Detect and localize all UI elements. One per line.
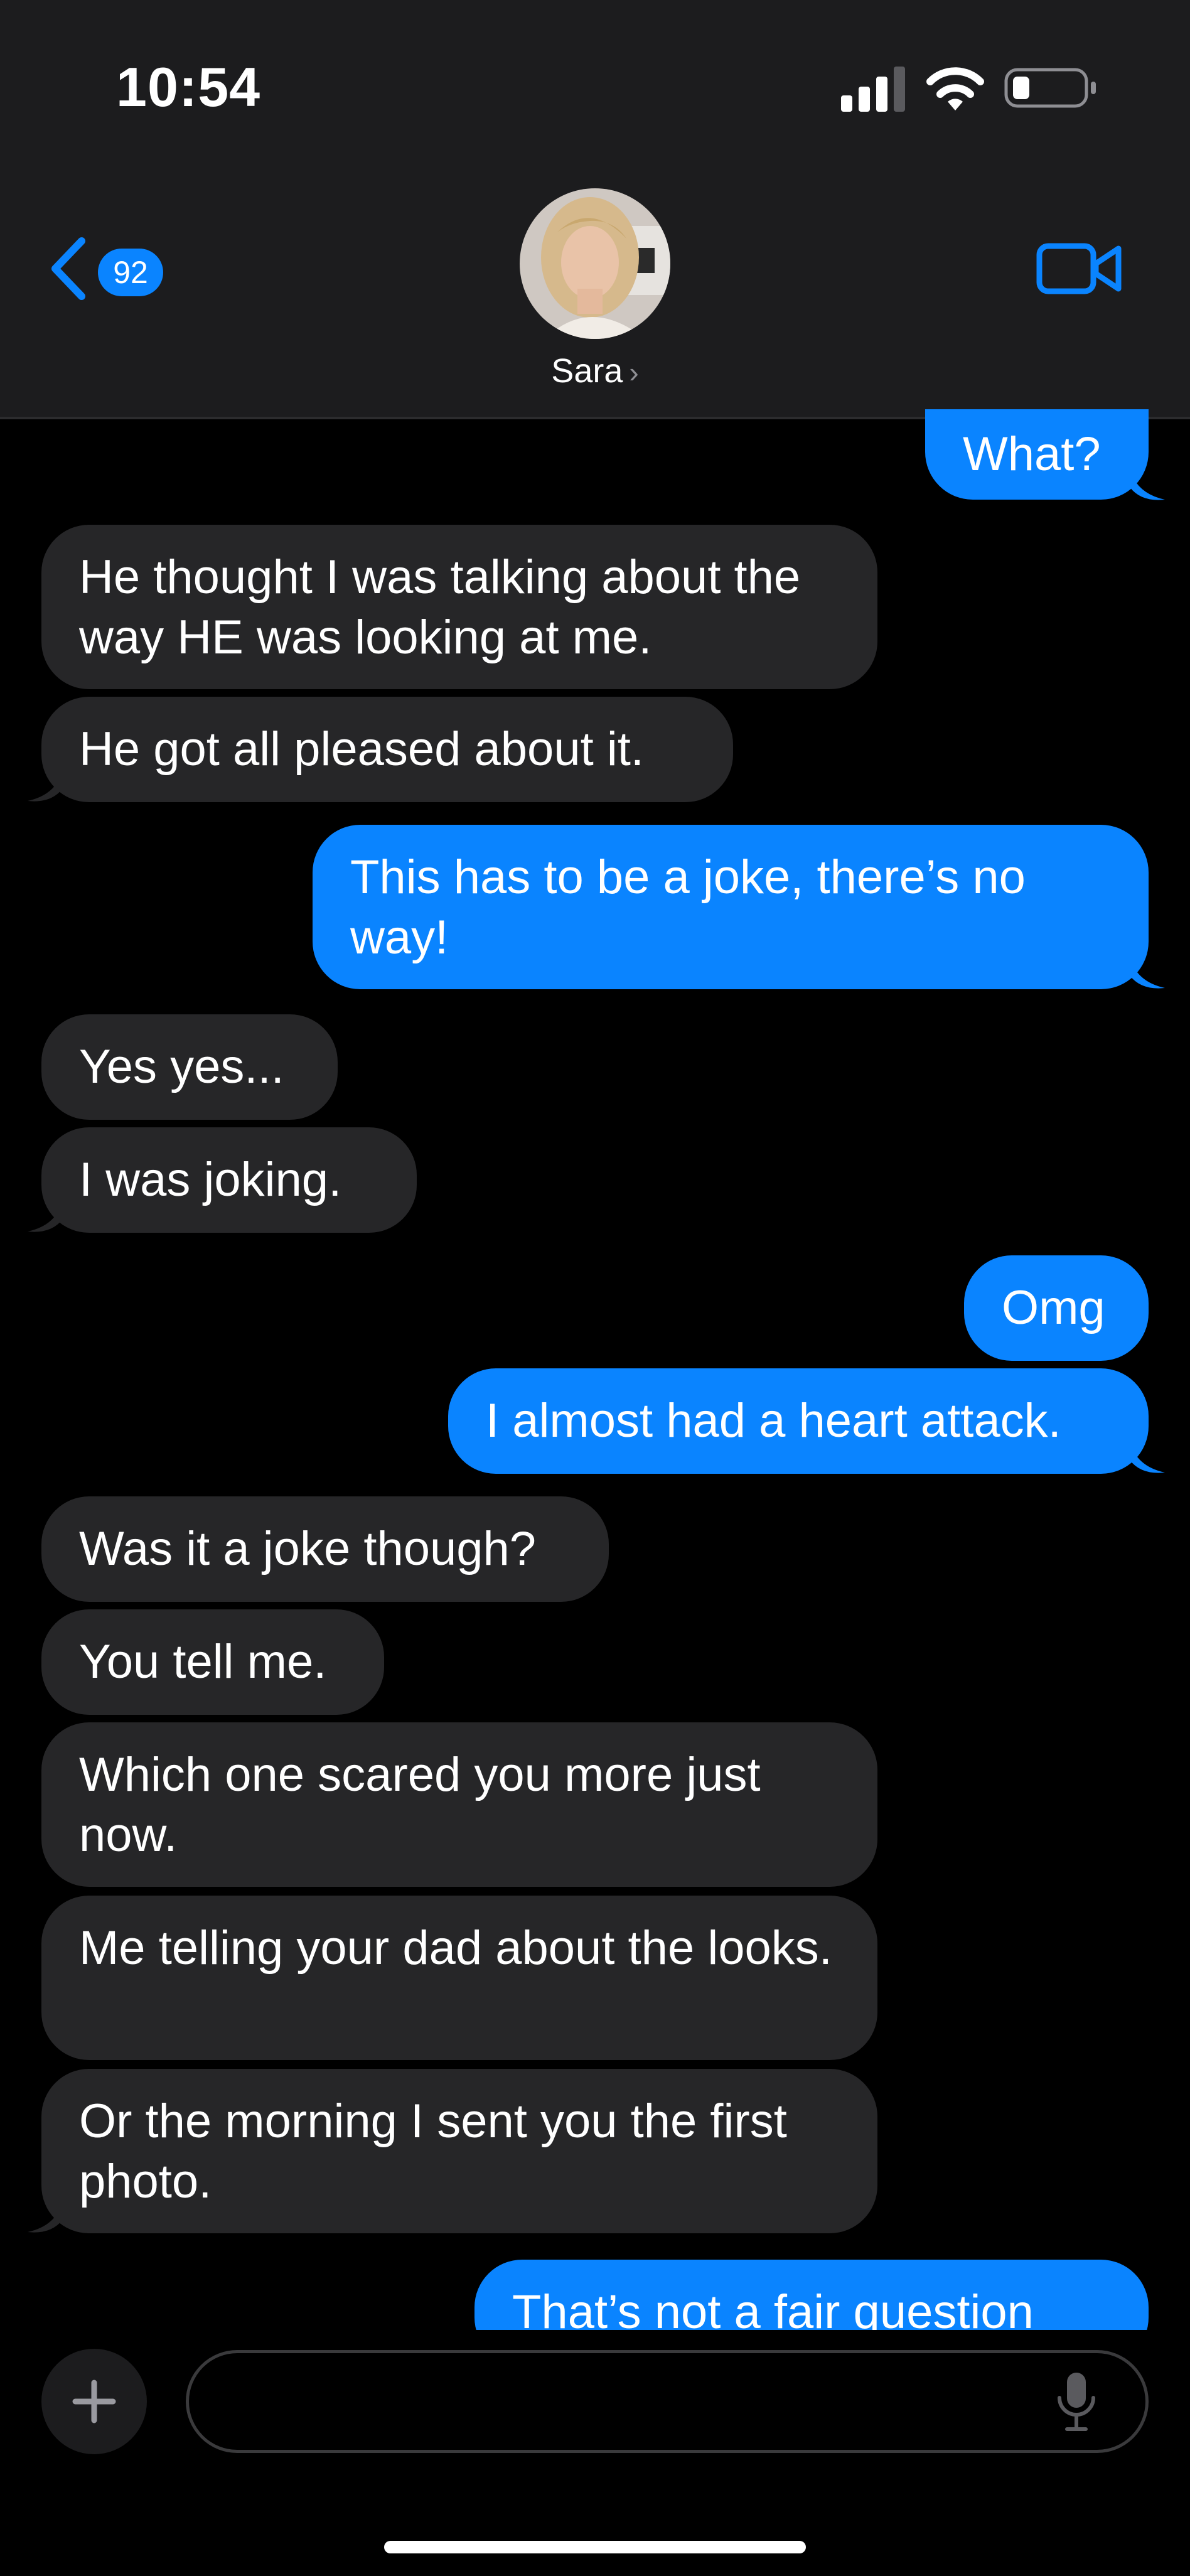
incoming-message[interactable]: Yes yes... <box>41 1014 338 1120</box>
incoming-message[interactable]: Me telling your dad about the looks. <box>41 1896 877 2060</box>
bubble-tail <box>28 770 63 802</box>
message-text: He got all pleased about it. <box>79 722 644 776</box>
battery-icon <box>1004 68 1096 108</box>
cellular-signal-icon <box>841 67 905 112</box>
incoming-message[interactable]: Which one scared you more just now. <box>41 1722 877 1887</box>
incoming-message[interactable]: I was joking. <box>41 1127 417 1233</box>
chevron-right-icon: › <box>629 356 639 389</box>
bubble-tail <box>28 2201 63 2233</box>
message-text: Me telling your dad about the looks. <box>79 1921 832 1975</box>
incoming-message[interactable]: He got all pleased about it. <box>41 697 733 802</box>
outgoing-message[interactable]: Omg <box>964 1255 1149 1361</box>
contact-name[interactable]: Sara › <box>0 352 1190 390</box>
contact-name-label: Sara <box>551 352 623 390</box>
message-text: Omg <box>1002 1281 1105 1334</box>
bubble-tail <box>1130 957 1165 989</box>
message-text: Or the morning I sent you the first phot… <box>79 2095 787 2208</box>
message-text: What? <box>963 427 1101 481</box>
plus-icon <box>72 2380 116 2423</box>
video-call-icon[interactable] <box>1036 237 1123 300</box>
incoming-message[interactable]: Or the morning I sent you the first phot… <box>41 2069 877 2233</box>
contact-avatar[interactable] <box>520 188 670 339</box>
message-input[interactable] <box>186 2350 1149 2453</box>
wifi-icon <box>926 67 984 110</box>
unread-count-badge: 92 <box>98 249 163 296</box>
avatar-image <box>520 188 670 339</box>
bubble-tail <box>28 1200 63 1232</box>
message-text: Was it a joke though? <box>79 1522 537 1575</box>
conversation-header: 92 Sara › <box>0 157 1190 419</box>
home-indicator[interactable] <box>384 2541 806 2553</box>
incoming-message[interactable]: Was it a joke though? <box>41 1496 609 1602</box>
outgoing-message[interactable]: What? <box>925 409 1149 500</box>
incoming-message[interactable]: You tell me. <box>41 1609 384 1715</box>
message-text: This has to be a joke, there’s no way! <box>350 851 1026 964</box>
chevron-left-icon <box>51 237 85 300</box>
bubble-tail <box>1130 468 1165 500</box>
bubble-tail <box>1130 1441 1165 1473</box>
message-text: I was joking. <box>79 1153 342 1206</box>
message-text: Which one scared you more just now. <box>79 1748 761 1862</box>
microphone-icon[interactable] <box>1054 2370 1098 2433</box>
status-time: 10:54 <box>116 56 261 118</box>
message-text: Yes yes... <box>79 1040 284 1093</box>
message-text: I almost had a heart attack. <box>486 1394 1061 1447</box>
status-bar: 10:54 <box>0 0 1190 157</box>
outgoing-message[interactable]: This has to be a joke, there’s no way! <box>313 825 1149 989</box>
message-text: You tell me. <box>79 1635 327 1688</box>
incoming-message[interactable]: He thought I was talking about the way H… <box>41 525 877 689</box>
attachments-button[interactable] <box>41 2349 147 2454</box>
outgoing-message[interactable]: I almost had a heart attack. <box>448 1368 1149 1474</box>
back-button[interactable]: 92 <box>49 232 174 308</box>
message-text: He thought I was talking about the way H… <box>79 550 801 664</box>
